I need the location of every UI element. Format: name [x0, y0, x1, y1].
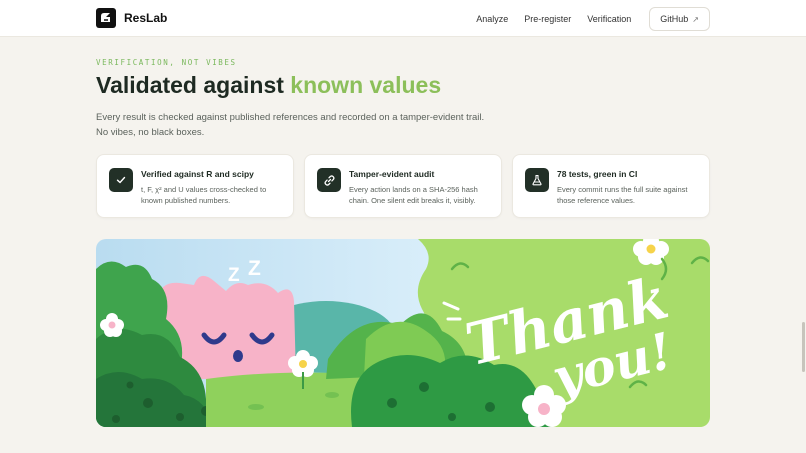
- scrollbar-thumb[interactable]: [802, 322, 805, 372]
- external-link-icon: ↗: [692, 14, 699, 24]
- page-title: Validated against known values: [96, 72, 441, 99]
- nav-link-analyze[interactable]: Analyze: [476, 14, 508, 24]
- headline-main: Validated against: [96, 72, 291, 98]
- feature-card-verified: Verified against R and scipy t, F, χ² an…: [96, 154, 294, 218]
- nav-link-verification[interactable]: Verification: [587, 14, 631, 24]
- github-label: GitHub: [660, 14, 689, 24]
- feature-card-audit: Tamper-evident audit Every action lands …: [304, 154, 502, 218]
- card-title: 78 tests, green in CI: [557, 169, 638, 179]
- github-button[interactable]: GitHub ↗: [649, 7, 710, 31]
- subtitle-line-2: No vibes, no black boxes.: [96, 127, 205, 138]
- brand-name: ResLab: [124, 11, 168, 25]
- flask-icon: [525, 168, 549, 192]
- link-icon: [317, 168, 341, 192]
- eyebrow-label: VERIFICATION, NOT VIBES: [96, 58, 237, 67]
- svg-text:Z: Z: [248, 257, 261, 280]
- card-description: t, F, χ² and U values cross-checked to k…: [141, 185, 267, 205]
- card-description: Every action lands on a SHA-256 hash cha…: [349, 185, 478, 205]
- headline-accent: known values: [290, 72, 442, 98]
- sleep-zz-text: Z: [228, 265, 240, 286]
- card-title: Verified against R and scipy: [141, 169, 254, 179]
- brand[interactable]: ResLab: [96, 8, 167, 28]
- hero-subtitle: Every result is checked against publishe…: [96, 110, 536, 140]
- nav-links: Analyze Pre-register Verification GitHub…: [460, 7, 710, 31]
- reslab-logo-icon: [96, 8, 116, 28]
- subtitle-line-1: Every result is checked against publishe…: [96, 112, 485, 123]
- nav-link-pre-register[interactable]: Pre-register: [524, 14, 571, 24]
- card-title: Tamper-evident audit: [349, 169, 435, 179]
- feature-card-tests: 78 tests, green in CI Every commit runs …: [512, 154, 710, 218]
- top-nav: ResLab Analyze Pre-register Verification…: [0, 0, 806, 37]
- thank-you-illustration: Z Z Thank you!: [96, 239, 710, 427]
- card-description: Every commit runs the full suite against…: [557, 185, 688, 205]
- check-icon: [109, 168, 133, 192]
